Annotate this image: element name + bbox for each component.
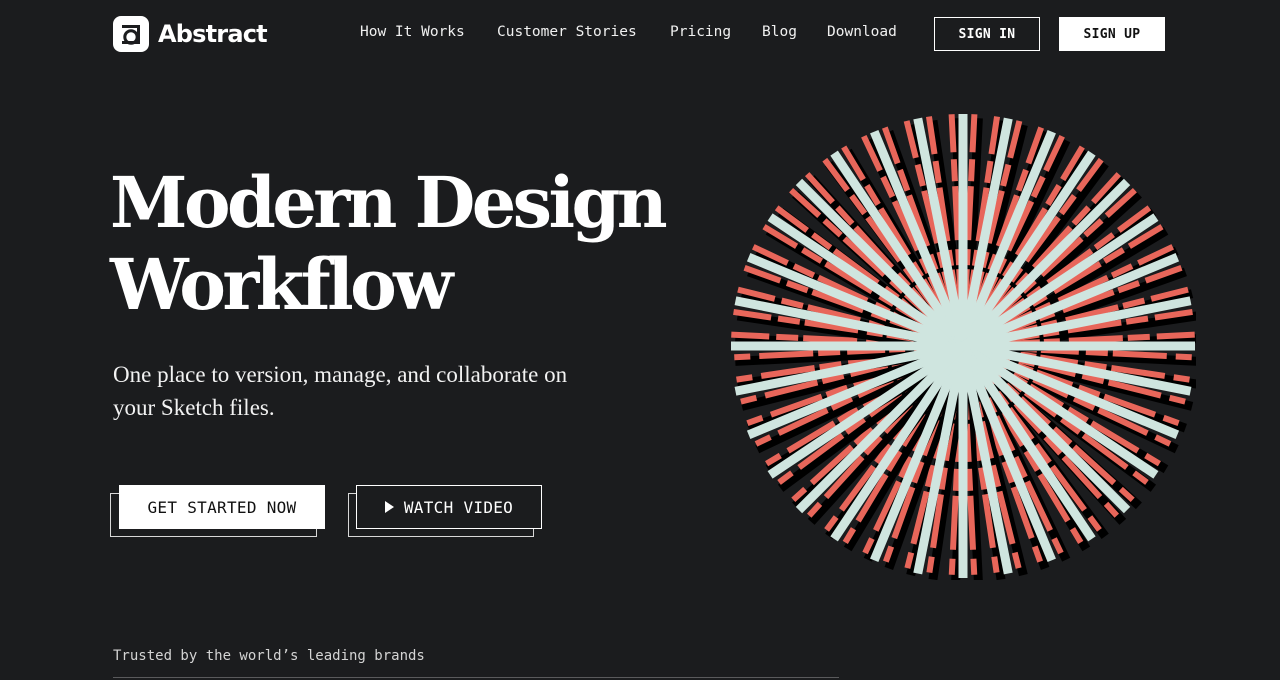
nav-link-customer-stories[interactable]: Customer Stories bbox=[497, 24, 637, 40]
hero-headline-line2: Workflow bbox=[110, 243, 453, 326]
abstract-logo-icon bbox=[113, 16, 149, 52]
hero-headline-line1: Modern Design bbox=[110, 161, 668, 244]
starburst-illustration bbox=[731, 114, 1196, 580]
brand-name: Abstract bbox=[158, 20, 268, 48]
nav-link-download[interactable]: Download bbox=[827, 24, 897, 40]
sign-up-button[interactable]: SIGN UP bbox=[1059, 17, 1165, 51]
nav-link-how-it-works[interactable]: How It Works bbox=[360, 24, 465, 40]
watch-video-label: WATCH VIDEO bbox=[403, 497, 514, 517]
get-started-button[interactable]: GET STARTED NOW bbox=[119, 485, 325, 529]
nav-link-blog[interactable]: Blog bbox=[762, 24, 797, 40]
watch-video-button[interactable]: WATCH VIDEO bbox=[356, 485, 542, 529]
hero-subheading: One place to version, manage, and collab… bbox=[113, 362, 568, 420]
landing-page: Abstract How It Works Customer Stories P… bbox=[0, 0, 1280, 680]
brand-logo[interactable]: Abstract bbox=[113, 16, 268, 52]
sign-in-button[interactable]: SIGN IN bbox=[934, 17, 1040, 51]
nav-link-pricing[interactable]: Pricing bbox=[670, 24, 731, 40]
play-icon bbox=[384, 501, 394, 513]
trusted-brands-label: Trusted by the world’s leading brands bbox=[113, 648, 425, 664]
hero-headline: Modern Design Workflow bbox=[110, 162, 710, 326]
divider bbox=[113, 677, 839, 678]
